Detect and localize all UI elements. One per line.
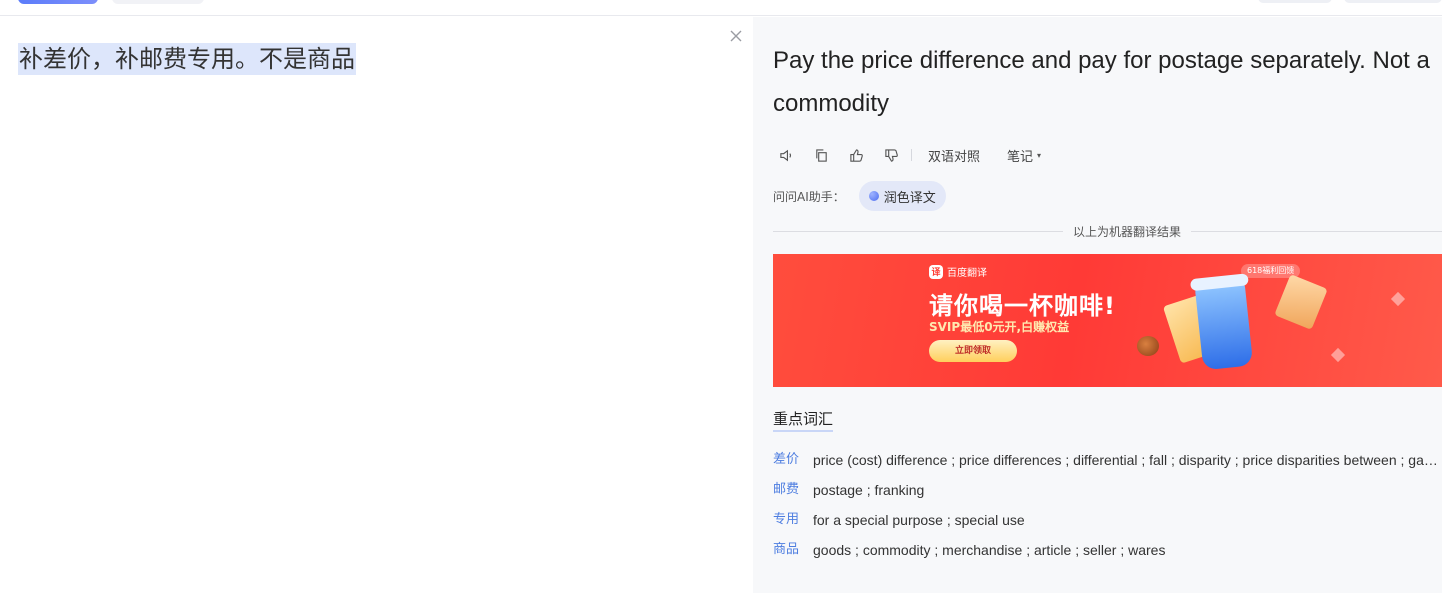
banner-subline: SVIP最低0元开,白赚权益 bbox=[929, 320, 1070, 334]
top-action-button-2[interactable] bbox=[1344, 0, 1442, 3]
notes-dropdown[interactable]: 笔记 ▾ bbox=[1007, 146, 1041, 165]
close-icon[interactable] bbox=[727, 27, 745, 45]
key-vocabulary-title: 重点词汇 bbox=[773, 408, 834, 432]
result-toolbar: 双语对照 笔记 ▾ bbox=[777, 145, 1041, 165]
coffee-bean-icon bbox=[1137, 336, 1159, 356]
toolbar-separator bbox=[911, 149, 912, 161]
banner-logo-text: 百度翻译 bbox=[947, 268, 987, 279]
vocab-item: 邮费 postage ; franking bbox=[773, 480, 1442, 510]
tab-active[interactable] bbox=[18, 0, 98, 4]
vocab-definition: goods ; commodity ; merchandise ; articl… bbox=[813, 542, 1166, 558]
notes-label: 笔记 bbox=[1007, 149, 1034, 165]
translate-logo-icon: 译 bbox=[929, 264, 943, 279]
speaker-icon[interactable] bbox=[777, 146, 795, 164]
vocab-term[interactable]: 邮费 bbox=[773, 480, 813, 500]
source-text-input[interactable]: 补差价，补邮费专用。不是商品 bbox=[18, 43, 356, 75]
coffee-cup-icon bbox=[1194, 281, 1254, 371]
top-action-button[interactable] bbox=[1258, 0, 1332, 3]
tab-secondary[interactable] bbox=[112, 0, 204, 4]
copy-icon[interactable] bbox=[812, 146, 830, 164]
translation-pane: Pay the price difference and pay for pos… bbox=[753, 17, 1442, 593]
ai-assistant-label: 问问AI助手： bbox=[773, 189, 845, 204]
vocab-term[interactable]: 专用 bbox=[773, 510, 813, 530]
polish-translation-button[interactable]: 润色译文 bbox=[858, 181, 946, 211]
thumbs-down-icon[interactable] bbox=[882, 146, 900, 164]
vocab-term[interactable]: 商品 bbox=[773, 540, 813, 560]
banner-headline: 请你喝一杯咖啡! bbox=[929, 292, 1116, 320]
ai-orb-icon bbox=[868, 191, 879, 201]
vocab-definition: postage ; franking bbox=[813, 482, 925, 498]
vocab-item: 差价 price (cost) difference ; price diffe… bbox=[773, 450, 1442, 480]
polish-translation-label: 润色译文 bbox=[883, 190, 936, 206]
banner-cta-button[interactable]: 立即领取 bbox=[929, 340, 1017, 362]
source-pane: 补差价，补邮费专用。不是商品 bbox=[0, 17, 753, 593]
sparkle-icon bbox=[1330, 347, 1346, 363]
chevron-down-icon: ▾ bbox=[1037, 150, 1042, 160]
vocab-item: 商品 goods ; commodity ; merchandise ; art… bbox=[773, 540, 1442, 570]
vocab-item: 专用 for a special purpose ; special use bbox=[773, 510, 1442, 540]
top-tab-bar bbox=[0, 0, 1442, 16]
machine-translation-note: 以上为机器翻译结果 bbox=[1063, 223, 1192, 240]
vocab-definition: for a special purpose ; special use bbox=[813, 512, 1025, 528]
thumbs-up-icon[interactable] bbox=[847, 146, 865, 164]
translation-output: Pay the price difference and pay for pos… bbox=[773, 47, 1430, 117]
banner-logo: 译 百度翻译 bbox=[929, 264, 987, 279]
bilingual-compare-button[interactable]: 双语对照 bbox=[928, 146, 980, 165]
promo-banner[interactable]: 译 百度翻译 618福利回馈 请你喝一杯咖啡! SVIP最低0元开,白赚权益 立… bbox=[773, 254, 1442, 387]
vocab-term[interactable]: 差价 bbox=[773, 450, 813, 470]
vocab-definition: price (cost) difference ; price differen… bbox=[813, 452, 1442, 468]
ai-assistant-row: 问问AI助手： 润色译文 bbox=[773, 181, 946, 211]
coupon-card-icon-2 bbox=[1274, 274, 1328, 330]
vocabulary-list: 差价 price (cost) difference ; price diffe… bbox=[773, 450, 1442, 570]
sparkle-icon-2 bbox=[1390, 291, 1406, 307]
